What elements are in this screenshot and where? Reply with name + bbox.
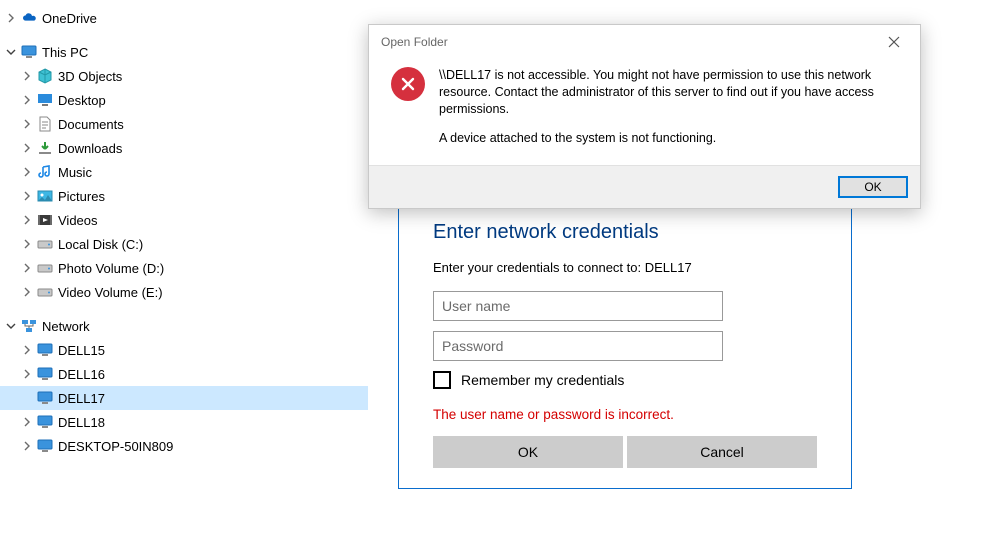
drive-icon xyxy=(36,235,54,253)
computer-icon xyxy=(36,413,54,431)
computer-icon xyxy=(36,365,54,383)
computer-icon xyxy=(20,43,38,61)
credential-title: Enter network credentials xyxy=(433,221,817,244)
credential-error: The user name or password is incorrect. xyxy=(433,407,817,422)
tree-item-dell18[interactable]: DELL18 xyxy=(0,410,368,434)
tree-item-video-volume[interactable]: Video Volume (E:) xyxy=(0,280,368,304)
cube-icon xyxy=(36,67,54,85)
dialog-ok-button[interactable]: OK xyxy=(838,176,908,198)
credential-dialog: Enter network credentials Enter your cre… xyxy=(398,200,852,489)
chevron-right-icon[interactable] xyxy=(20,93,34,107)
tree-item-dell17[interactable]: DELL17 xyxy=(0,386,368,410)
music-icon xyxy=(36,163,54,181)
checkbox-icon[interactable] xyxy=(433,371,451,389)
chevron-right-icon[interactable] xyxy=(20,213,34,227)
remember-label: Remember my credentials xyxy=(461,372,624,388)
tree-label: Downloads xyxy=(58,141,122,156)
dialog-titlebar: Open Folder xyxy=(369,25,920,59)
chevron-right-icon[interactable] xyxy=(20,261,34,275)
tree-label: Local Disk (C:) xyxy=(58,237,143,252)
chevron-right-icon[interactable] xyxy=(20,415,34,429)
tree-label: DELL18 xyxy=(58,415,105,430)
dialog-message-line2: A device attached to the system is not f… xyxy=(439,130,898,147)
desktop-icon xyxy=(36,91,54,109)
tree-item-onedrive[interactable]: OneDrive xyxy=(0,6,368,30)
tree-item-this-pc[interactable]: This PC xyxy=(0,40,368,64)
document-icon xyxy=(36,115,54,133)
dialog-title: Open Folder xyxy=(381,35,448,49)
tree-item-documents[interactable]: Documents xyxy=(0,112,368,136)
computer-icon xyxy=(36,341,54,359)
tree-label: Network xyxy=(42,319,90,334)
tree-label: DESKTOP-50IN809 xyxy=(58,439,173,454)
tree-label: Desktop xyxy=(58,93,106,108)
tree-item-network[interactable]: Network xyxy=(0,314,368,338)
tree-item-dell16[interactable]: DELL16 xyxy=(0,362,368,386)
chevron-right-icon[interactable] xyxy=(20,367,34,381)
tree-item-dell15[interactable]: DELL15 xyxy=(0,338,368,362)
ok-button[interactable]: OK xyxy=(433,436,623,468)
error-icon xyxy=(391,67,425,101)
tree-label: Pictures xyxy=(58,189,105,204)
dialog-message-line1: \\DELL17 is not accessible. You might no… xyxy=(439,67,898,118)
cancel-button[interactable]: Cancel xyxy=(627,436,817,468)
tree-label: DELL16 xyxy=(58,367,105,382)
onedrive-icon xyxy=(20,9,38,27)
tree-label: 3D Objects xyxy=(58,69,122,84)
tree-label: Videos xyxy=(58,213,98,228)
tree-item-3d-objects[interactable]: 3D Objects xyxy=(0,64,368,88)
tree-label: Music xyxy=(58,165,92,180)
credential-instruction: Enter your credentials to connect to: DE… xyxy=(433,260,817,275)
chevron-right-icon[interactable] xyxy=(20,285,34,299)
network-icon xyxy=(20,317,38,335)
tree-item-videos[interactable]: Videos xyxy=(0,208,368,232)
navigation-tree: OneDrive This PC 3D Objects Desktop Docu… xyxy=(0,0,368,458)
chevron-down-icon[interactable] xyxy=(4,319,18,333)
chevron-right-icon[interactable] xyxy=(20,141,34,155)
remember-checkbox-row[interactable]: Remember my credentials xyxy=(433,371,817,389)
chevron-right-icon[interactable] xyxy=(4,11,18,25)
tree-item-pictures[interactable]: Pictures xyxy=(0,184,368,208)
computer-icon xyxy=(36,389,54,407)
tree-item-downloads[interactable]: Downloads xyxy=(0,136,368,160)
chevron-right-icon[interactable] xyxy=(20,165,34,179)
tree-item-desktop50[interactable]: DESKTOP-50IN809 xyxy=(0,434,368,458)
tree-label: Documents xyxy=(58,117,124,132)
close-button[interactable] xyxy=(880,28,908,56)
dialog-message: \\DELL17 is not accessible. You might no… xyxy=(439,67,898,147)
tree-item-local-disk[interactable]: Local Disk (C:) xyxy=(0,232,368,256)
tree-item-photo-volume[interactable]: Photo Volume (D:) xyxy=(0,256,368,280)
chevron-down-icon[interactable] xyxy=(4,45,18,59)
download-icon xyxy=(36,139,54,157)
pictures-icon xyxy=(36,187,54,205)
tree-label: DELL15 xyxy=(58,343,105,358)
username-input[interactable] xyxy=(433,291,723,321)
chevron-right-icon[interactable] xyxy=(20,237,34,251)
tree-label: This PC xyxy=(42,45,88,60)
tree-item-desktop[interactable]: Desktop xyxy=(0,88,368,112)
password-input[interactable] xyxy=(433,331,723,361)
drive-icon xyxy=(36,283,54,301)
chevron-right-icon[interactable] xyxy=(20,117,34,131)
drive-icon xyxy=(36,259,54,277)
tree-label: OneDrive xyxy=(42,11,97,26)
chevron-right-icon[interactable] xyxy=(20,439,34,453)
video-icon xyxy=(36,211,54,229)
chevron-right-icon[interactable] xyxy=(20,189,34,203)
tree-label: Video Volume (E:) xyxy=(58,285,163,300)
tree-label: DELL17 xyxy=(58,391,105,406)
close-icon xyxy=(888,36,900,48)
tree-item-music[interactable]: Music xyxy=(0,160,368,184)
tree-label: Photo Volume (D:) xyxy=(58,261,164,276)
chevron-right-icon[interactable] xyxy=(20,343,34,357)
chevron-right-icon[interactable] xyxy=(20,69,34,83)
error-dialog: Open Folder \\DELL17 is not accessible. … xyxy=(368,24,921,209)
computer-icon xyxy=(36,437,54,455)
